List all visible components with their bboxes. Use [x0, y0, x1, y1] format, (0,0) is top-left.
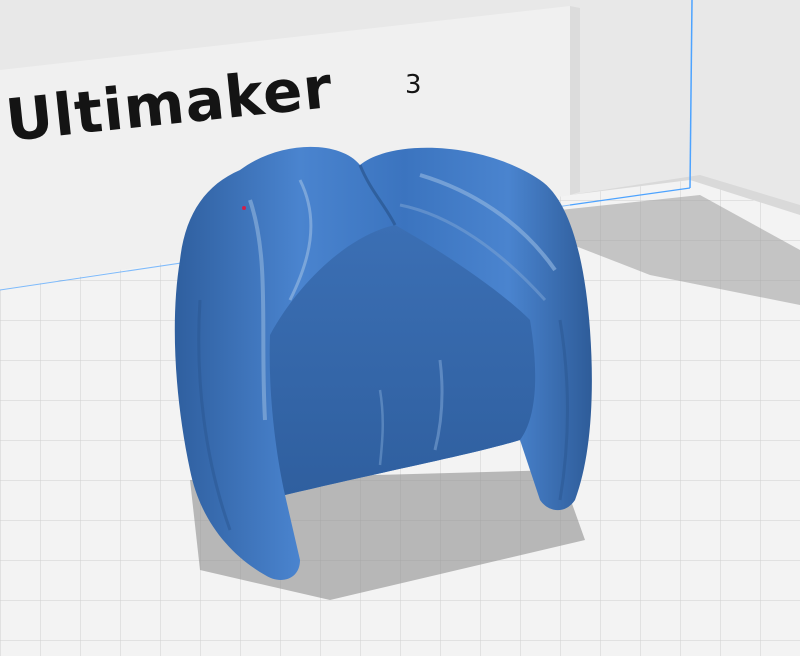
printer-backplate-edge: [570, 6, 580, 195]
model-marker: [242, 206, 246, 210]
printer-model-mark: 3: [405, 70, 422, 100]
3d-viewport[interactable]: Ultimaker 3: [0, 0, 800, 656]
